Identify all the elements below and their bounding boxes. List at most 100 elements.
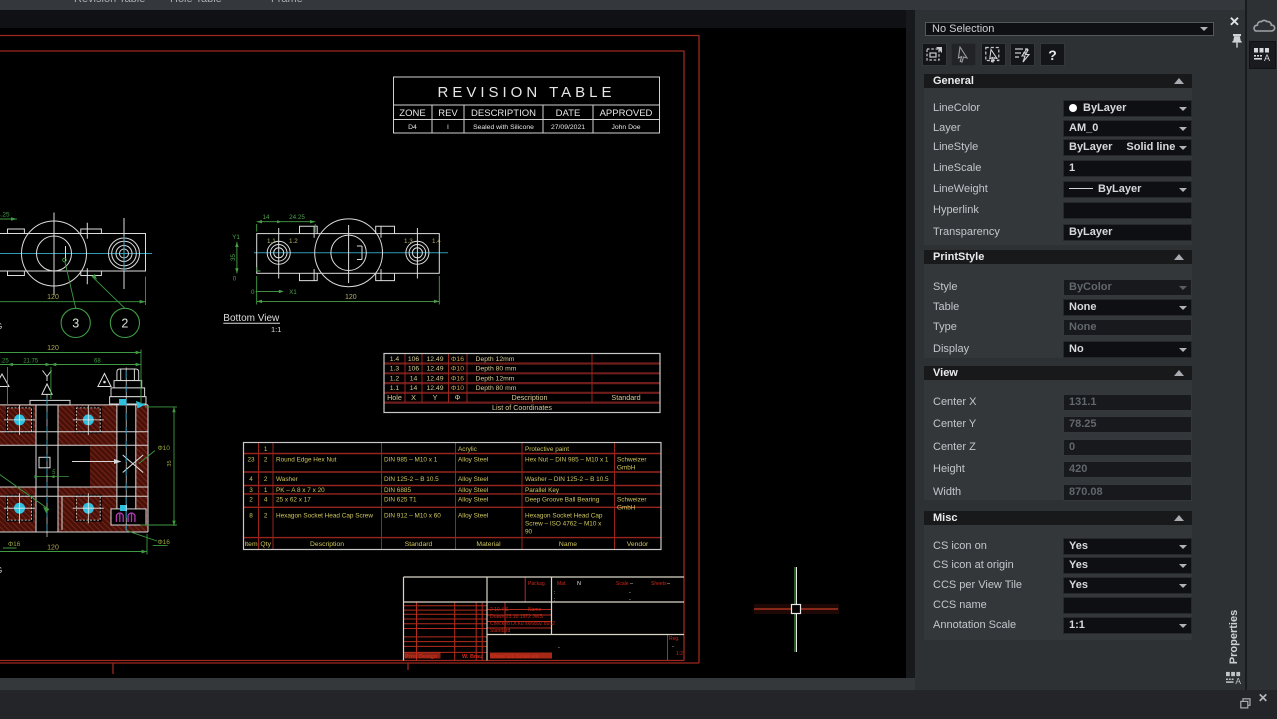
- svg-text:Checked Dr.Ku xx/6892 8912: Checked Dr.Ku xx/6892 8912: [490, 621, 555, 627]
- svg-text:Alloy Steel: Alloy Steel: [458, 487, 488, 494]
- svg-text:Deep Groove Ball Bearing: Deep Groove Ball Bearing: [525, 497, 600, 504]
- svg-text:1.3: 1.3: [390, 366, 400, 373]
- svg-text:3: 3: [72, 316, 79, 330]
- svg-text:-: -: [629, 590, 631, 596]
- svg-text:John Doe: John Doe: [611, 124, 640, 131]
- svg-text:X1: X1: [289, 289, 297, 296]
- svg-text:1.2: 1.2: [390, 375, 400, 382]
- svg-text:Qty: Qty: [260, 541, 271, 548]
- svg-text:DESCRIPTION: DESCRIPTION: [471, 108, 536, 119]
- svg-text:2: 2: [264, 476, 268, 483]
- svg-text:ZONE: ZONE: [399, 108, 425, 119]
- svg-text:1:1: 1:1: [271, 325, 281, 334]
- svg-text:27/09/2021: 27/09/2021: [551, 124, 585, 131]
- svg-text:Parallel Key: Parallel Key: [525, 487, 560, 494]
- svg-text:Y1: Y1: [232, 234, 240, 241]
- svg-text:2: 2: [264, 513, 268, 520]
- svg-text:Hex Nut – DIN 985 – M10 x 1: Hex Nut – DIN 985 – M10 x 1: [525, 457, 609, 464]
- svg-text:APPROVED: APPROVED: [600, 108, 653, 119]
- svg-text:24.25: 24.25: [289, 214, 305, 221]
- svg-text:Φ16: Φ16: [451, 375, 464, 382]
- svg-text:Round Edge Hex Nut: Round Edge Hex Nut: [276, 457, 337, 464]
- svg-text:Item: Item: [244, 541, 258, 548]
- svg-text:1.4: 1.4: [390, 356, 400, 363]
- svg-text:Description: Description: [310, 541, 344, 548]
- svg-text:Alloy Steel: Alloy Steel: [458, 497, 488, 504]
- svg-text:List of Coordinates: List of Coordinates: [492, 403, 552, 412]
- svg-text:DATE: DATE: [556, 108, 581, 119]
- svg-text:12.49: 12.49: [426, 385, 443, 392]
- svg-text:0: 0: [251, 289, 255, 296]
- svg-text:Depth 12mm: Depth 12mm: [476, 356, 515, 363]
- svg-text:0: 0: [233, 276, 237, 283]
- svg-text:Φ10: Φ10: [451, 385, 464, 392]
- svg-text:Screw – ISO 4762 – M10 x: Screw – ISO 4762 – M10 x: [525, 521, 602, 528]
- svg-text:Vendor: Vendor: [627, 541, 649, 548]
- svg-text:25 x 62 x 17: 25 x 62 x 17: [276, 497, 311, 504]
- svg-text:12.49: 12.49: [426, 356, 443, 363]
- svg-text:Alloy Steel: Alloy Steel: [458, 476, 488, 483]
- svg-text:Name: Name: [559, 541, 577, 548]
- svg-text:-: -: [672, 644, 674, 650]
- svg-text:21.75: 21.75: [23, 359, 39, 365]
- svg-text:14: 14: [410, 385, 418, 392]
- svg-text:Φ10: Φ10: [451, 366, 464, 373]
- svg-text:35: 35: [230, 254, 237, 262]
- svg-text:-: -: [558, 645, 560, 651]
- svg-text:120: 120: [345, 294, 357, 301]
- svg-text:Washer: Washer: [276, 476, 299, 483]
- svg-text:GmbH: GmbH: [617, 505, 636, 512]
- svg-text:A: A: [1264, 53, 1270, 62]
- svg-text:3: 3: [249, 487, 253, 494]
- svg-text:Hole: Hole: [387, 393, 402, 402]
- svg-text:Standard: Standard: [611, 393, 640, 402]
- svg-text:Sealed with Silicone: Sealed with Silicone: [473, 124, 534, 131]
- svg-text:Alloy Steel: Alloy Steel: [458, 513, 488, 520]
- svg-text:REV: REV: [438, 108, 458, 119]
- svg-text:Schweizer: Schweizer: [617, 457, 647, 464]
- svg-text:A: A: [1235, 676, 1241, 686]
- svg-text:PK – A 8 x 7 x 20: PK – A 8 x 7 x 20: [276, 487, 325, 494]
- svg-text:Name: Name: [528, 607, 542, 613]
- svg-text:W. Brau: W. Brau: [462, 654, 482, 660]
- svg-text:14: 14: [262, 214, 270, 221]
- svg-text:Scale: Scale: [616, 581, 629, 587]
- svg-text:DIN 6885: DIN 6885: [384, 487, 411, 494]
- svg-text:DIN 125-2 – B 10.5: DIN 125-2 – B 10.5: [384, 476, 439, 483]
- svg-text:Acrylic: Acrylic: [458, 446, 478, 453]
- svg-text:1:2: 1:2: [676, 651, 683, 657]
- svg-text:4.25: 4.25: [0, 212, 10, 219]
- svg-text:Mat.: Mat.: [557, 581, 567, 587]
- svg-text:1.3: 1.3: [404, 238, 413, 245]
- svg-text:DIN 625 T1: DIN 625 T1: [384, 497, 417, 504]
- svg-text:Φ16: Φ16: [8, 541, 21, 548]
- svg-text:12.49: 12.49: [426, 366, 443, 373]
- svg-text:Φ16: Φ16: [158, 539, 171, 546]
- svg-text:Washer – DIN 125-2 – B 10.5: Washer – DIN 125-2 – B 10.5: [525, 476, 609, 483]
- svg-text:N: N: [577, 581, 581, 587]
- svg-text:35: 35: [167, 460, 173, 466]
- svg-text:68: 68: [94, 359, 101, 365]
- svg-text:Drawn 23.10.1972 JWS: Drawn 23.10.1972 JWS: [490, 614, 543, 620]
- svg-text:Depth 12mm: Depth 12mm: [476, 375, 515, 382]
- svg-text:14: 14: [410, 375, 418, 382]
- svg-text:Schweizer: Schweizer: [617, 497, 647, 504]
- svg-text:1: 1: [264, 446, 268, 453]
- svg-text:1.1: 1.1: [390, 385, 400, 392]
- svg-text:12.49: 12.49: [426, 375, 443, 382]
- svg-text:G: G: [0, 322, 2, 331]
- svg-text:106: 106: [408, 356, 420, 363]
- svg-text:Standard: Standard: [490, 628, 511, 634]
- svg-text:1.1: 1.1: [267, 238, 276, 245]
- svg-text:Y: Y: [433, 393, 438, 402]
- svg-text:Packag.: Packag.: [528, 581, 546, 587]
- svg-text:I: I: [447, 124, 449, 131]
- svg-text:Description: Description: [512, 393, 548, 402]
- svg-text:Depth 80 mm: Depth 80 mm: [476, 366, 517, 373]
- svg-text:120: 120: [47, 345, 59, 352]
- svg-text:106: 106: [408, 366, 420, 373]
- svg-text:Φ16: Φ16: [451, 356, 464, 363]
- svg-text:REVISION TABLE: REVISION TABLE: [438, 84, 616, 101]
- svg-text:1.4: 1.4: [432, 238, 441, 245]
- svg-text:Sheets: Sheets: [651, 581, 667, 587]
